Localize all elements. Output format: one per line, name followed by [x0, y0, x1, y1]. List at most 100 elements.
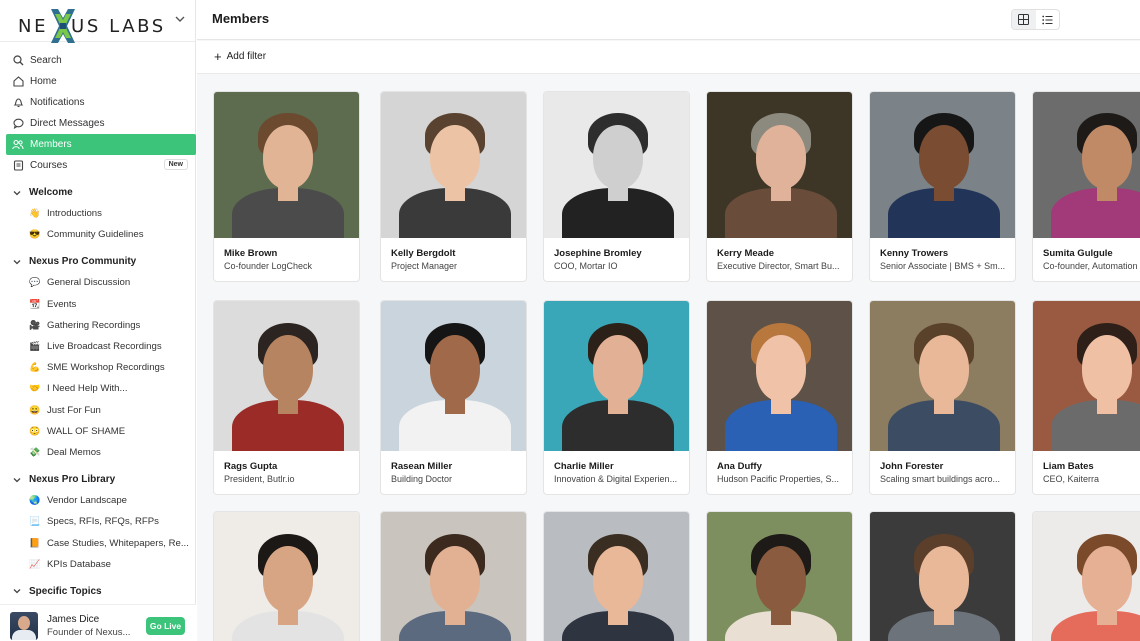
member-photo[interactable] — [707, 301, 852, 451]
member-card[interactable]: Kerry Meade Executive Director, Smart Bu… — [706, 91, 853, 282]
chat-bubble-icon — [12, 118, 24, 130]
channel-emoji-icon: 😎 — [29, 229, 41, 240]
member-card[interactable] — [213, 511, 360, 641]
channel-emoji-icon: 🎥 — [29, 319, 41, 330]
member-card[interactable] — [380, 511, 527, 641]
member-card[interactable]: Liam Bates CEO, Kaiterra — [1032, 300, 1140, 495]
sidebar-item-direct-messages[interactable]: Direct Messages — [6, 113, 196, 134]
book-icon — [12, 160, 24, 172]
members-grid: Mike Brown Co-founder LogCheck Kelly Ber… — [197, 75, 1140, 641]
channel-item[interactable]: 👋 Introductions — [6, 203, 196, 224]
member-photo[interactable] — [381, 512, 526, 641]
channel-item[interactable]: 📃 Specs, RFIs, RFQs, RFPs — [6, 511, 196, 532]
member-photo[interactable] — [381, 301, 526, 451]
member-card[interactable]: Sumita Gulgule Co-founder, Automation — [1032, 91, 1140, 282]
member-photo[interactable] — [381, 92, 526, 238]
list-view-button[interactable] — [1036, 10, 1060, 29]
member-photo[interactable] — [870, 301, 1015, 451]
member-photo[interactable] — [544, 92, 689, 238]
add-filter-button[interactable]: + Add filter — [214, 50, 267, 63]
channel-label: I Need Help With... — [47, 383, 128, 395]
member-photo[interactable] — [214, 512, 359, 641]
member-photo[interactable] — [544, 512, 689, 641]
sidebar-item-label: Notifications — [30, 97, 85, 108]
sidebar-item-members[interactable]: Members — [6, 134, 196, 155]
sidebar-section-header[interactable]: Welcome — [6, 182, 196, 203]
member-name: Rasean Miller — [391, 461, 453, 472]
member-photo[interactable] — [870, 92, 1015, 238]
channel-item[interactable]: 😎 Community Guidelines — [6, 224, 196, 245]
channel-item[interactable]: 🎬 Live Broadcast Recordings — [6, 336, 196, 357]
member-photo[interactable] — [214, 301, 359, 451]
sidebar-section-header[interactable]: Specific Topics — [6, 581, 196, 602]
sidebar-section-header[interactable]: Nexus Pro Community — [6, 251, 196, 272]
sidebar-section-header[interactable]: Nexus Pro Library — [6, 469, 196, 490]
channel-item[interactable]: 💸 Deal Memos — [6, 442, 196, 463]
member-card[interactable] — [706, 511, 853, 641]
sidebar-item-home[interactable]: Home — [6, 71, 196, 92]
channel-emoji-icon: 🎬 — [29, 341, 41, 352]
channel-item[interactable]: 🤝 I Need Help With... — [6, 378, 196, 399]
channel-item[interactable]: 😀 Just For Fun — [6, 400, 196, 421]
grid-view-button[interactable] — [1012, 10, 1036, 29]
channel-label: General Discussion — [47, 277, 131, 289]
list-icon — [1042, 15, 1053, 24]
member-name: Sumita Gulgule — [1043, 248, 1113, 259]
sidebar-item-notifications[interactable]: Notifications — [6, 92, 196, 113]
member-photo[interactable] — [214, 92, 359, 238]
channel-item[interactable]: 🌏 Vendor Landscape — [6, 490, 196, 511]
chevron-down-icon[interactable] — [174, 13, 186, 25]
chevron-down-icon — [13, 477, 21, 482]
member-title: Hudson Pacific Properties, S... — [717, 474, 840, 484]
member-card[interactable]: John Forester Scaling smart buildings ac… — [869, 300, 1016, 495]
sidebar-item-courses[interactable]: Courses New — [6, 155, 196, 176]
member-photo[interactable] — [1033, 512, 1140, 641]
channel-item[interactable]: 📈 KPIs Database — [6, 554, 196, 575]
member-card[interactable]: Kenny Trowers Senior Associate | BMS + S… — [869, 91, 1016, 282]
member-card[interactable] — [869, 511, 1016, 641]
channel-emoji-icon: 💬 — [29, 277, 41, 288]
member-card[interactable]: Josephine Bromley COO, Mortar IO — [543, 91, 690, 282]
member-card[interactable]: Mike Brown Co-founder LogCheck — [213, 91, 360, 282]
member-card[interactable]: Rasean Miller Building Doctor — [380, 300, 527, 495]
member-title: Senior Associate | BMS + Sm... — [880, 261, 1006, 271]
member-card[interactable]: Ana Duffy Hudson Pacific Properties, S..… — [706, 300, 853, 495]
add-filter-label: Add filter — [226, 51, 267, 62]
member-card[interactable] — [543, 511, 690, 641]
member-card[interactable] — [1032, 511, 1140, 641]
member-photo[interactable] — [1033, 92, 1140, 238]
channel-item[interactable]: 💬 General Discussion — [6, 272, 196, 293]
member-photo[interactable] — [707, 512, 852, 641]
view-toggle — [1011, 9, 1060, 30]
member-name: Rags Gupta — [224, 461, 278, 472]
current-user-bar[interactable]: James Dice Founder of Nexus... Go Live — [0, 604, 196, 641]
member-card[interactable]: Charlie Miller Innovation & Digital Expe… — [543, 300, 690, 495]
channel-item[interactable]: 💪 SME Workshop Recordings — [6, 357, 196, 378]
go-live-button[interactable]: Go Live — [146, 617, 185, 635]
member-photo[interactable] — [544, 301, 689, 451]
channel-emoji-icon: 📆 — [29, 298, 41, 309]
member-card[interactable]: Kelly Bergdolt Project Manager — [380, 91, 527, 282]
channel-label: Vendor Landscape — [47, 495, 128, 507]
sidebar-item-label: Direct Messages — [30, 118, 105, 129]
sidebar-item-search[interactable]: Search — [6, 50, 196, 71]
member-photo[interactable] — [707, 92, 852, 238]
channel-item[interactable]: 📙 Case Studies, Whitepapers, Re... — [6, 532, 196, 553]
channel-item[interactable]: 😳 WALL OF SHAME — [6, 421, 196, 442]
channel-emoji-icon: 📈 — [29, 558, 41, 569]
sidebar-section: Nexus Pro Library 🌏 Vendor Landscape 📃 S… — [6, 469, 196, 575]
channel-label: Gathering Recordings — [47, 319, 141, 331]
sidebar: NE US LABS Search Home Notifications Dire… — [0, 0, 196, 641]
member-photo[interactable] — [870, 512, 1015, 641]
channel-item[interactable]: 📆 Events — [6, 294, 196, 315]
sidebar-nav: Search Home Notifications Direct Message… — [6, 50, 196, 602]
channel-emoji-icon: 🤝 — [29, 383, 41, 394]
channel-label: KPIs Database — [47, 558, 111, 570]
brand-logo[interactable]: NE US LABS — [18, 6, 163, 43]
channel-item[interactable]: 🎥 Gathering Recordings — [6, 315, 196, 336]
member-title: Project Manager — [391, 261, 458, 271]
member-photo[interactable] — [1033, 301, 1140, 451]
member-card[interactable]: Rags Gupta President, Butlr.io — [213, 300, 360, 495]
member-title: Co-founder LogCheck — [224, 261, 313, 271]
avatar[interactable] — [10, 612, 38, 640]
